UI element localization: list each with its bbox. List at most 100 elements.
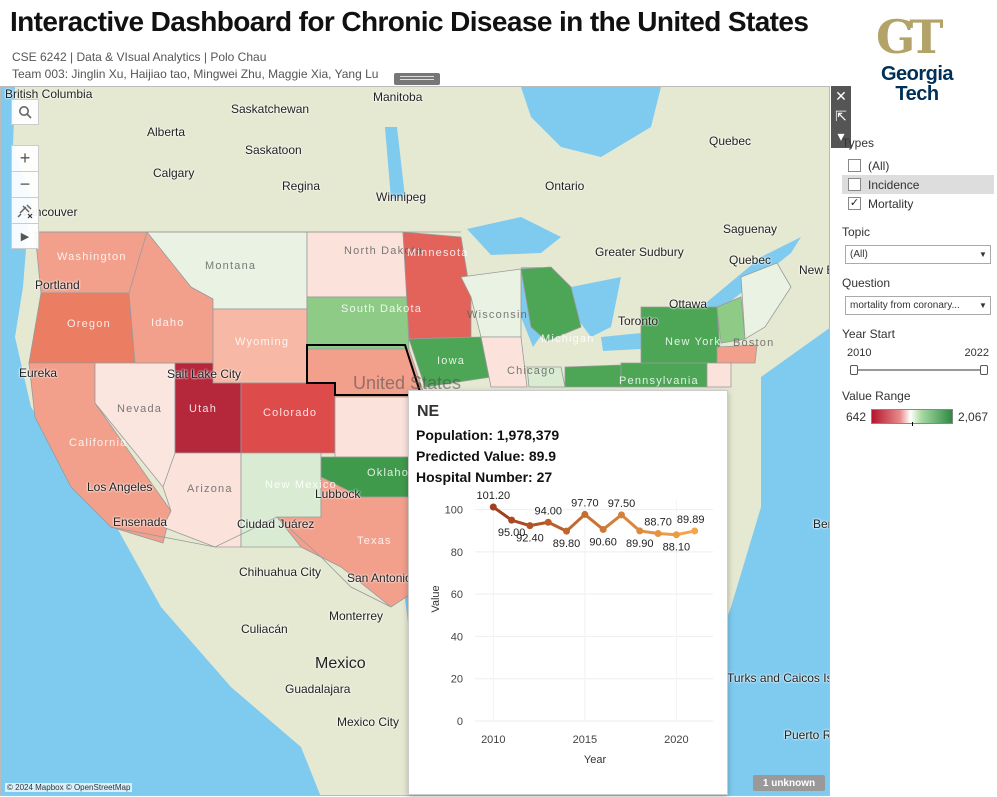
checkbox[interactable]: ✓	[848, 197, 861, 210]
data-point	[599, 525, 607, 533]
y-tick-label: 40	[451, 631, 463, 643]
place-label: Ciudad Juárez	[237, 517, 315, 531]
tooltip-hospital-number: Hospital Number: 27	[416, 469, 553, 485]
types-option[interactable]: Incidence	[842, 175, 994, 194]
data-label: 88.70	[644, 516, 672, 528]
place-label: Saskatchewan	[231, 102, 310, 116]
page-title: Interactive Dashboard for Chronic Diseas…	[10, 6, 809, 37]
question-select[interactable]: mortality from coronary... ▼	[845, 296, 991, 315]
types-option[interactable]: (All)	[842, 156, 994, 175]
y-tick-label: 0	[457, 716, 463, 728]
series-line-segment	[619, 513, 642, 533]
place-label: Ottawa	[669, 297, 708, 311]
dashboard: Interactive Dashboard for Chronic Diseas…	[0, 0, 997, 797]
x-tick-label: 2020	[664, 734, 688, 746]
place-label: Alberta	[147, 125, 186, 139]
data-point	[563, 527, 571, 535]
close-icon[interactable]: ✕	[831, 86, 851, 106]
tooltip-predicted-value: Predicted Value: 89.9	[416, 448, 557, 464]
place-label: Saguenay	[723, 222, 778, 236]
place-label: Chihuahua City	[239, 565, 322, 579]
types-option[interactable]: ✓ Mortality	[842, 194, 994, 213]
pin-map-button[interactable]	[11, 197, 39, 223]
course-subtitle: CSE 6242 | Data & VIsual Analytics | Pol…	[12, 50, 267, 64]
map-attribution[interactable]: © 2024 Mapbox © OpenStreetMap	[5, 783, 133, 792]
year-start-title: Year Start	[842, 327, 895, 341]
slider-handle-start[interactable]	[850, 365, 858, 375]
gt-monogram: GT	[876, 10, 944, 64]
state-label: Texas	[357, 535, 392, 547]
data-label: 92.40	[516, 533, 544, 545]
year-range-slider[interactable]	[850, 363, 988, 377]
data-point	[654, 529, 662, 537]
place-label: San Antonio	[347, 571, 412, 585]
topic-select-value: (All)	[850, 249, 868, 260]
series-line-segment	[601, 513, 623, 531]
state-label: New York	[665, 336, 722, 348]
place-label: Toronto	[618, 314, 659, 328]
value-range-max: 2,067	[958, 409, 989, 424]
checkbox[interactable]	[848, 178, 861, 191]
data-point	[526, 522, 534, 530]
place-label: Calgary	[153, 166, 195, 180]
state-label: Oregon	[67, 318, 111, 330]
value-range-title: Value Range	[842, 389, 911, 403]
place-label: Regina	[282, 179, 321, 193]
types-filter-title: Types	[842, 136, 875, 150]
place-label: Salt Lake City	[167, 367, 242, 381]
question-select-value: mortality from coronary...	[850, 300, 960, 311]
expand-toolbar-button[interactable]: ▶	[11, 223, 39, 249]
place-label: Saskatoon	[245, 143, 302, 157]
data-point	[544, 518, 552, 526]
place-label: Ensenada	[113, 515, 168, 529]
y-tick-label: 60	[451, 589, 463, 601]
state-label: Michigan	[541, 333, 595, 345]
unknown-badge[interactable]: 1 unknown	[753, 775, 825, 791]
slider-track	[850, 369, 988, 371]
state-label: Chicago	[507, 365, 556, 377]
types-option-label: (All)	[868, 158, 890, 173]
magnifier-icon	[19, 106, 32, 119]
topic-filter-title: Topic	[842, 225, 871, 239]
state-label: Wyoming	[235, 336, 290, 348]
data-point	[617, 511, 625, 519]
state-label: Montana	[205, 260, 257, 272]
place-label: Mexico City	[337, 715, 400, 729]
data-point	[636, 527, 644, 535]
state-tooltip: NE Population: 1,978,379 Predicted Value…	[408, 390, 728, 795]
team-subtitle: Team 003: Jinglin Xu, Haijiao tao, Mingw…	[12, 67, 379, 81]
y-tick-label: 20	[451, 674, 463, 686]
y-tick-label: 80	[451, 547, 463, 559]
place-label: Portland	[35, 278, 80, 292]
slider-handle-end[interactable]	[980, 365, 988, 375]
map-search-button[interactable]	[11, 99, 39, 125]
checkbox[interactable]	[848, 159, 861, 172]
state-label: Arizona	[187, 483, 233, 495]
data-label: 94.00	[534, 505, 562, 517]
map-nav-group: + − ▶	[11, 145, 39, 249]
value-color-legend	[871, 409, 954, 426]
types-option-label: Incidence	[868, 177, 920, 192]
question-filter-title: Question	[842, 276, 891, 290]
place-label: Quebec	[709, 134, 752, 148]
state-label: South Dakota	[341, 303, 423, 315]
zoom-in-button[interactable]: +	[11, 145, 39, 171]
place-label: Culiacán	[241, 622, 288, 636]
data-point	[489, 503, 497, 511]
zoom-out-button[interactable]: −	[11, 171, 39, 197]
data-label: 89.80	[553, 538, 581, 550]
state-label: Boston	[733, 337, 775, 349]
place-label: Manitoba	[373, 90, 423, 104]
state-label: New Mexico	[265, 479, 337, 491]
data-label: 89.89	[677, 514, 705, 526]
popout-icon[interactable]: ⇱	[831, 106, 851, 126]
drag-handle[interactable]	[394, 73, 440, 85]
data-point	[581, 510, 589, 518]
trend-line-chart: 0 20 40 60 80 100 2010 2015 2020 Year Value 101.20 9…	[430, 490, 713, 766]
chevron-down-icon: ▼	[979, 301, 987, 310]
gt-wordmark-line1: Georgia	[880, 63, 954, 85]
x-tick-label: 2010	[481, 734, 505, 746]
topic-select[interactable]: (All) ▼	[845, 245, 991, 264]
place-label: Greater Sudbury	[595, 245, 684, 259]
data-point	[672, 531, 680, 539]
